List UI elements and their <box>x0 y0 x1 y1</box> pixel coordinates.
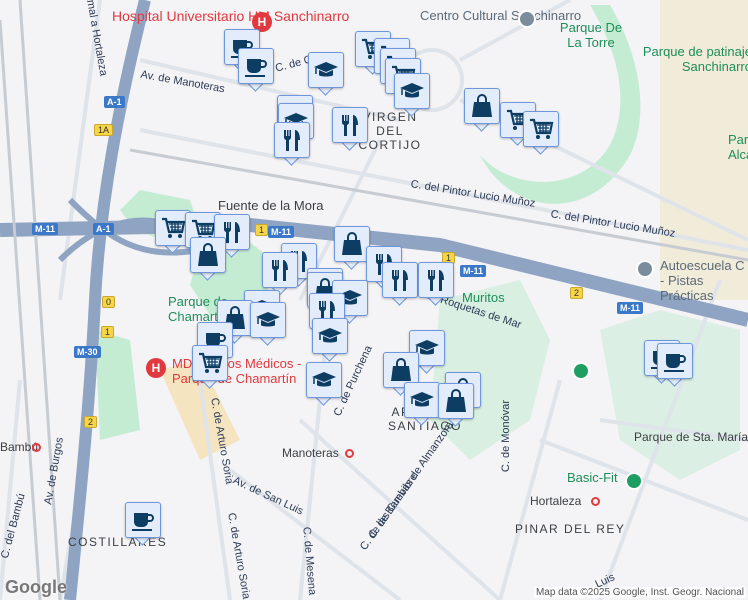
poi-pin-icon[interactable] <box>518 10 536 28</box>
road-shield: M-11 <box>268 226 295 238</box>
label-autoescuela[interactable]: Autoescuela C - Pistas Prácticas <box>660 258 748 303</box>
cafe-icon <box>130 507 156 533</box>
label-pinar-rey: PINAR DEL REY <box>515 522 626 536</box>
exit-sign: 1 <box>255 224 269 236</box>
marker-education[interactable] <box>306 362 342 406</box>
road-shield: M-11 <box>32 223 59 235</box>
marker-education[interactable] <box>250 302 286 346</box>
road-shield: A-1 <box>104 96 125 108</box>
food-icon <box>423 267 449 293</box>
education-icon <box>317 323 343 349</box>
metro-icon <box>32 443 41 452</box>
road-shield: M-11 <box>617 302 644 314</box>
education-icon <box>255 307 281 333</box>
label-basic-fit[interactable]: Basic-Fit <box>567 470 618 485</box>
label-sta-maria[interactable]: Parque de Sta. María <box>634 430 748 444</box>
label-fuente-mora[interactable]: Fuente de la Mora <box>218 198 324 213</box>
metro-icon <box>345 449 354 458</box>
label-hortaleza[interactable]: Hortaleza <box>530 494 581 508</box>
marker-food[interactable] <box>418 262 454 306</box>
marker-cart[interactable] <box>523 111 559 155</box>
marker-food[interactable] <box>382 262 418 306</box>
label-parque-alcala[interactable]: Parque Alcalá <box>728 132 748 162</box>
education-icon <box>311 367 337 393</box>
cart-icon <box>160 215 186 241</box>
food-icon <box>267 257 293 283</box>
marker-cafe[interactable] <box>657 343 693 387</box>
education-icon <box>313 57 339 83</box>
poi-pin-icon[interactable] <box>636 260 654 278</box>
label-manoteras-metro[interactable]: Manoteras <box>282 446 339 460</box>
exit-sign: 1 <box>101 326 115 338</box>
exit-sign: 0 <box>102 296 116 308</box>
food-icon <box>337 112 363 138</box>
education-icon <box>409 387 435 413</box>
marker-bag[interactable] <box>438 383 474 427</box>
marker-cafe[interactable] <box>238 48 274 92</box>
education-icon <box>399 78 425 104</box>
bag-icon <box>388 357 414 383</box>
poi-pin-icon[interactable] <box>572 362 590 380</box>
poi-pin-icon[interactable] <box>625 472 643 490</box>
label-parque-torre[interactable]: Parque De La Torre <box>556 20 626 50</box>
food-icon <box>279 127 305 153</box>
cart-icon <box>528 116 554 142</box>
bag-icon <box>339 231 365 257</box>
marker-bag[interactable] <box>334 226 370 270</box>
road-shield: M-30 <box>74 346 101 358</box>
label-parque-patinaje[interactable]: Parque de patinaje Sanchinarro <box>632 44 748 74</box>
marker-food[interactable] <box>274 122 310 166</box>
bag-icon <box>195 242 221 268</box>
bag-icon <box>443 388 469 414</box>
exit-sign: 1A <box>94 124 114 136</box>
exit-sign: 2 <box>570 287 584 299</box>
label-centro-cultural[interactable]: Centro Cultural Sanchinarro <box>420 8 581 23</box>
food-icon <box>387 267 413 293</box>
google-logo: Google <box>5 577 67 597</box>
marker-education[interactable] <box>394 73 430 117</box>
map-attribution[interactable]: Map data ©2025 Google, Inst. Geogr. Naci… <box>533 587 746 598</box>
cafe-icon <box>243 53 269 79</box>
cart-icon <box>197 350 223 376</box>
exit-sign: 2 <box>84 416 98 428</box>
marker-education[interactable] <box>308 52 344 96</box>
cafe-icon <box>662 348 688 374</box>
hospital-icon[interactable]: H <box>146 358 166 378</box>
marker-education[interactable] <box>312 318 348 362</box>
metro-icon <box>591 497 600 506</box>
marker-bag[interactable] <box>464 88 500 132</box>
marker-education[interactable] <box>404 382 440 426</box>
road-shield: A-1 <box>93 223 114 235</box>
label-monovar: C. de Monóvar <box>500 399 513 473</box>
marker-cart[interactable] <box>192 345 228 389</box>
bag-icon <box>469 93 495 119</box>
marker-food[interactable] <box>332 107 368 151</box>
marker-cafe[interactable] <box>125 502 161 546</box>
road-shield: M-11 <box>460 265 487 277</box>
marker-bag[interactable] <box>190 237 226 281</box>
